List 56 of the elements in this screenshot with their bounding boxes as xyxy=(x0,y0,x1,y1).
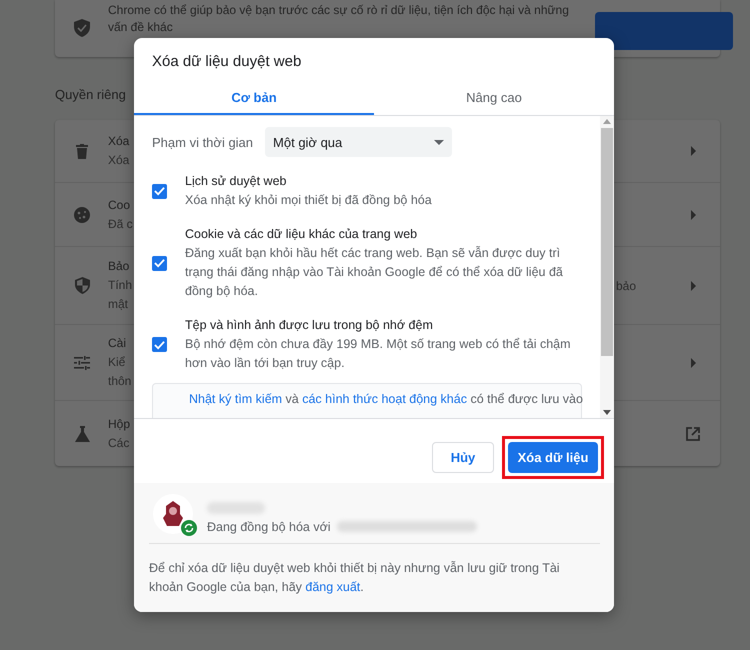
description-text: vấn đề khác xyxy=(108,19,173,36)
arrow-right-icon[interactable] xyxy=(690,146,696,156)
option-description: Đăng xuất bạn khỏi hầu hết các trang web. Bạn sẽ vẫn được duy trì trạng thái đăng nhập vào Tài khoản Google để có thể xóa dữ liệu đã đồng bộ hóa. xyxy=(185,245,564,300)
option-description: Xóa nhật ký khỏi mọi thiết bị đã đồng bộ hóa xyxy=(185,192,433,209)
info-text: Nhật ký tìm kiếm và các hình thức hoạt động khác có thể được lưu vào xyxy=(189,392,581,406)
sign-out-link[interactable]: đăng xuất xyxy=(305,580,360,594)
setting-title: Xóa xyxy=(108,133,130,150)
footer-text: Để chỉ xóa dữ liệu duyệt web khỏi thiết bị này nhưng vẫn lưu giữ trong Tài khoản Google của bạn, hãy đăng xuất. xyxy=(149,560,561,596)
shield-icon xyxy=(74,19,90,37)
cancel-button[interactable]: Hủy xyxy=(432,442,494,473)
setting-description: Xóa xyxy=(108,152,130,169)
shield-icon xyxy=(74,277,90,294)
scroll-down-icon[interactable] xyxy=(603,410,611,415)
trash-icon xyxy=(76,144,88,158)
scrollbar[interactable] xyxy=(600,116,614,418)
avatar xyxy=(153,494,193,534)
setting-description: Tính xyxy=(108,277,132,294)
arrow-right-icon[interactable] xyxy=(690,210,696,220)
cookie-icon xyxy=(74,206,90,222)
dialog-title: Xóa dữ liệu duyệt web xyxy=(152,53,302,72)
option-description: Bộ nhớ đệm còn chưa đầy 199 MB. Một số trang web có thể tải chậm hơn vào lần tới bạn truy cập. xyxy=(185,336,572,372)
flask-icon xyxy=(74,426,90,442)
setting-title: Bảo xyxy=(108,258,130,275)
time-range-dropdown[interactable]: Một giờ qua xyxy=(265,127,452,157)
setting-description: bảo xyxy=(616,278,636,295)
external-link-icon[interactable] xyxy=(686,426,700,440)
clear-data-button[interactable]: Xóa dữ liệu xyxy=(508,442,598,473)
caret-icon xyxy=(434,140,444,144)
checkbox[interactable] xyxy=(152,184,167,198)
sliders-icon xyxy=(74,356,90,370)
link[interactable]: các hình thức hoạt động khác xyxy=(302,392,467,406)
sync-status: Đang đồng bộ hóa với xyxy=(207,520,331,534)
tab[interactable]: Cơ bản xyxy=(134,81,374,115)
setting-title: Hộp xyxy=(108,416,130,432)
setting-description: mật xyxy=(108,296,128,313)
setting-description: Đã c xyxy=(108,216,133,232)
checkbox[interactable] xyxy=(152,337,167,352)
checkbox[interactable] xyxy=(152,256,167,270)
time-range-label: Phạm vi thời gian xyxy=(152,134,254,150)
scroll-up-icon[interactable] xyxy=(603,119,611,124)
tab[interactable]: Nâng cao xyxy=(374,81,614,115)
arrow-right-icon[interactable] xyxy=(690,280,696,290)
option-title: Lịch sử duyệt web xyxy=(185,173,288,190)
setting-description: Kiể xyxy=(108,354,126,371)
description-text: Chrome có thể giúp bảo vệ bạn trước các sự cố rò rỉ dữ liệu, tiện ích độc hại và những xyxy=(108,2,569,19)
link[interactable]: Nhật ký tìm kiếm xyxy=(189,392,282,406)
sync-icon xyxy=(181,520,197,536)
setting-title: Coo xyxy=(108,196,130,214)
setting-title: Cài xyxy=(108,335,126,352)
setting-description: Các xyxy=(108,434,130,452)
action-button[interactable] xyxy=(595,12,733,50)
setting-description: thôn xyxy=(108,373,132,390)
option-title: Tệp và hình ảnh được lưu trong bộ nhớ đệm xyxy=(185,317,434,334)
arrow-right-icon[interactable] xyxy=(690,358,696,368)
section-title: Quyền riêng xyxy=(55,87,126,104)
option-title: Cookie và các dữ liệu khác của trang web xyxy=(185,226,418,243)
